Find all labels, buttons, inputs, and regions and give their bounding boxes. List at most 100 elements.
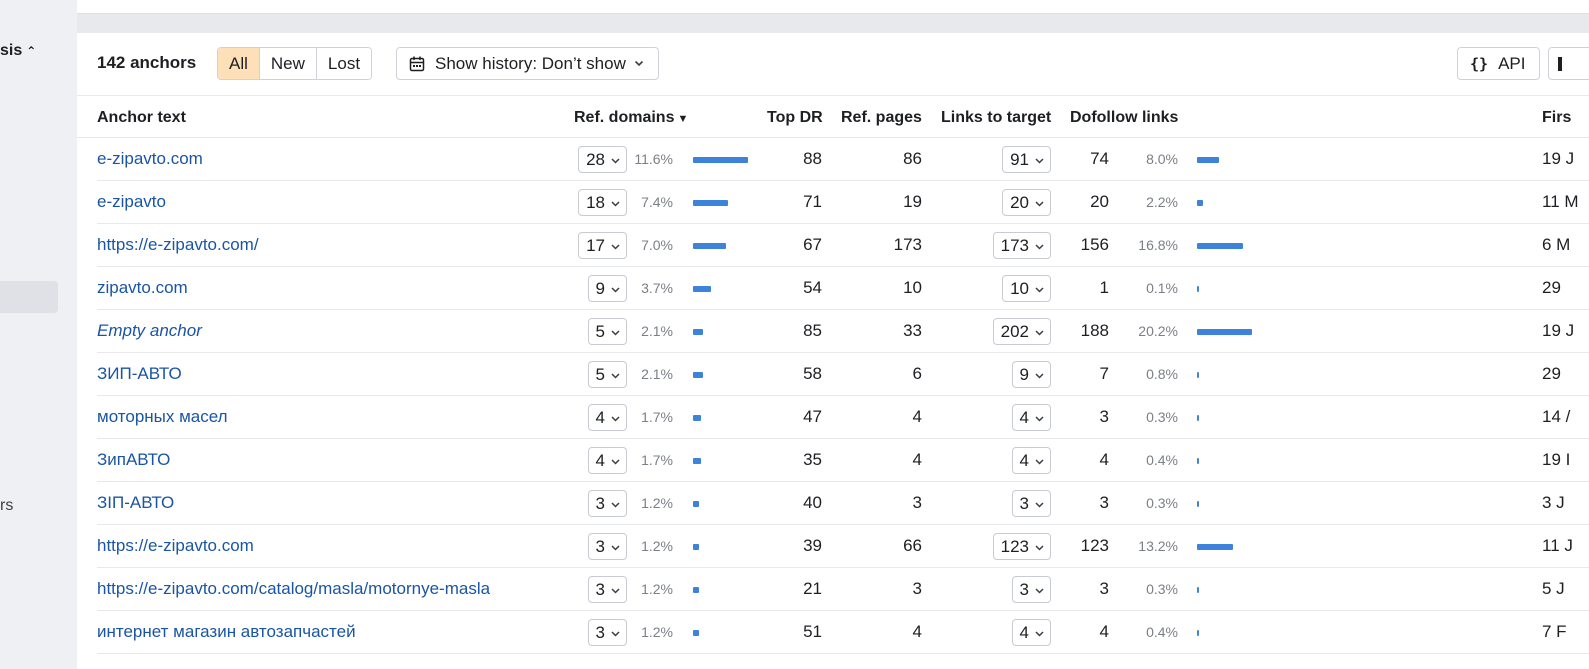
- ref-domains-dropdown[interactable]: 3: [587, 576, 627, 603]
- ref-domains-dropdown[interactable]: 3: [587, 490, 627, 517]
- first-seen-value: 14 /: [1542, 407, 1571, 426]
- api-button[interactable]: {} API: [1457, 47, 1541, 80]
- ref-domains-bar: [693, 200, 729, 206]
- links-to-target-dropdown[interactable]: 4: [1011, 404, 1051, 432]
- dofollow-percent: 0.3%: [1146, 581, 1178, 597]
- table-header: Anchor text Ref. domains ▼ Top DR Ref. pa…: [77, 97, 1589, 138]
- ref-domains-dropdown[interactable]: 5: [587, 361, 627, 389]
- col-links-to-target[interactable]: Links to target: [941, 109, 1051, 127]
- ref-domains-dropdown[interactable]: 18: [578, 189, 627, 216]
- dofollow-bar: [1197, 458, 1199, 464]
- ref-domains-bar: [693, 630, 699, 636]
- dofollow-value: 123: [1080, 536, 1109, 555]
- links-to-target-value: 4: [1019, 408, 1029, 427]
- ref-domains-bar: [693, 415, 702, 421]
- dofollow-value: 7: [1099, 364, 1109, 383]
- show-history-dropdown[interactable]: Show history: Don’t show: [396, 47, 659, 80]
- table-row: интернет магазин автозапчастей 3 1.2% 51 4 4 4…: [97, 611, 1589, 654]
- anchor-text-link[interactable]: ЗипАВТО: [97, 439, 170, 481]
- ref-domains-dropdown[interactable]: 5: [587, 318, 627, 345]
- links-to-target-dropdown[interactable]: 4: [1011, 619, 1051, 646]
- top-dr-value: 51: [803, 622, 822, 641]
- table-row: zipavto.com 9 3.7% 54 10 10 1 0.1% 29: [97, 267, 1589, 310]
- dofollow-percent: 0.8%: [1146, 366, 1178, 382]
- links-to-target-dropdown[interactable]: 20: [1002, 189, 1051, 216]
- sidebar-section-label: sis: [0, 42, 23, 59]
- chevron-up-icon: ⌃: [26, 44, 37, 58]
- ref-domains-dropdown[interactable]: 3: [587, 533, 627, 560]
- first-seen-value: 19 J: [1542, 321, 1575, 340]
- ref-domains-dropdown[interactable]: 17: [578, 232, 627, 259]
- ref-domains-dropdown[interactable]: 4: [587, 404, 627, 431]
- export-button[interactable]: [1548, 47, 1589, 80]
- links-to-target-dropdown[interactable]: 123: [992, 533, 1051, 560]
- links-to-target-dropdown[interactable]: 91: [1002, 146, 1051, 173]
- links-to-target-dropdown[interactable]: 10: [1002, 275, 1051, 302]
- anchor-text-link[interactable]: интернет магазин автозапчастей: [97, 611, 356, 653]
- top-dr-value: 39: [803, 536, 822, 555]
- ref-domains-value: 9: [595, 279, 605, 298]
- sidebar-item-active[interactable]: [0, 281, 58, 313]
- links-to-target-dropdown[interactable]: 3: [1011, 576, 1051, 604]
- col-dofollow-links[interactable]: Dofollow links: [1070, 109, 1178, 127]
- links-to-target-dropdown[interactable]: 173: [992, 232, 1051, 259]
- anchor-text-link[interactable]: ЗИП-АВТО: [97, 353, 182, 395]
- filter-lost-button[interactable]: Lost: [315, 48, 372, 79]
- chevron-down-icon: [611, 235, 620, 260]
- ref-domains-value: 18: [586, 193, 605, 212]
- anchor-text-link[interactable]: ЗІП-АВТО: [97, 482, 174, 524]
- chevron-down-icon: [1035, 321, 1044, 346]
- first-seen-value: 11 M: [1542, 192, 1579, 211]
- sidebar-item[interactable]: rs: [0, 497, 13, 515]
- sidebar-section-toggle[interactable]: sis ⌃: [0, 42, 36, 60]
- ref-domains-dropdown[interactable]: 28: [578, 146, 627, 173]
- chevron-down-icon: [1035, 579, 1044, 604]
- col-ref-pages[interactable]: Ref. pages: [841, 109, 922, 127]
- ref-domains-bar: [693, 157, 748, 163]
- anchor-text-link[interactable]: моторных масел: [97, 396, 228, 438]
- col-ref-domains[interactable]: Ref. domains ▼: [574, 109, 688, 127]
- ref-domains-dropdown[interactable]: 4: [587, 447, 627, 474]
- dofollow-value: 3: [1099, 579, 1109, 598]
- dofollow-value: 4: [1099, 622, 1109, 641]
- anchor-text-link[interactable]: e-zipavto: [97, 181, 166, 223]
- ref-pages-value: 3: [912, 493, 922, 512]
- filter-all-button[interactable]: All: [218, 48, 259, 79]
- anchor-text-link[interactable]: Empty anchor: [97, 310, 202, 352]
- chevron-down-icon: [1035, 278, 1044, 303]
- ref-domains-percent: 1.2%: [641, 581, 673, 597]
- ref-domains-dropdown[interactable]: 9: [587, 275, 627, 302]
- links-to-target-dropdown[interactable]: 9: [1011, 361, 1051, 388]
- dofollow-bar: [1197, 243, 1243, 249]
- col-first-seen[interactable]: Firs: [1542, 109, 1571, 127]
- anchor-text-link[interactable]: https://e-zipavto.com/catalog/masla/moto…: [97, 568, 490, 610]
- links-to-target-dropdown[interactable]: 4: [1011, 447, 1051, 474]
- dofollow-bar: [1197, 329, 1252, 335]
- first-seen-value: 19 J: [1542, 149, 1575, 168]
- dofollow-bar: [1197, 286, 1199, 292]
- chevron-down-icon: [611, 622, 620, 647]
- table-row: ЗИП-АВТО 5 2.1% 58 6 9 7 0.8% 29: [97, 353, 1589, 396]
- ref-domains-bar: [693, 243, 727, 249]
- chevron-down-icon: [1035, 407, 1044, 432]
- col-ref-domains-label: Ref. domains: [574, 109, 675, 126]
- filter-new-button[interactable]: New: [258, 48, 316, 79]
- ref-domains-percent: 1.2%: [641, 495, 673, 511]
- anchor-text-link[interactable]: e-zipavto.com: [97, 138, 203, 180]
- links-to-target-dropdown[interactable]: 3: [1011, 490, 1051, 517]
- table-row: e-zipavto.com 28 11.6% 88 86 91 74 8.0% 19 J: [97, 138, 1589, 181]
- col-top-dr[interactable]: Top DR: [767, 109, 823, 127]
- anchor-text-link[interactable]: https://e-zipavto.com: [97, 525, 254, 567]
- dofollow-percent: 16.8%: [1138, 237, 1178, 253]
- anchor-text-link[interactable]: zipavto.com: [97, 267, 188, 309]
- ref-domains-percent: 7.4%: [641, 194, 673, 210]
- anchor-text-link[interactable]: https://e-zipavto.com/: [97, 224, 259, 266]
- ref-domains-dropdown[interactable]: 3: [587, 619, 627, 647]
- ref-domains-percent: 1.2%: [641, 624, 673, 640]
- links-to-target-dropdown[interactable]: 202: [992, 318, 1051, 346]
- dofollow-bar: [1197, 372, 1200, 378]
- chevron-down-icon: [611, 364, 620, 389]
- table-row: e-zipavto 18 7.4% 71 19 20 20 2.2% 11 M: [97, 181, 1589, 224]
- anchors-count: 142 anchors: [97, 53, 197, 72]
- col-anchor-text[interactable]: Anchor text: [97, 109, 186, 127]
